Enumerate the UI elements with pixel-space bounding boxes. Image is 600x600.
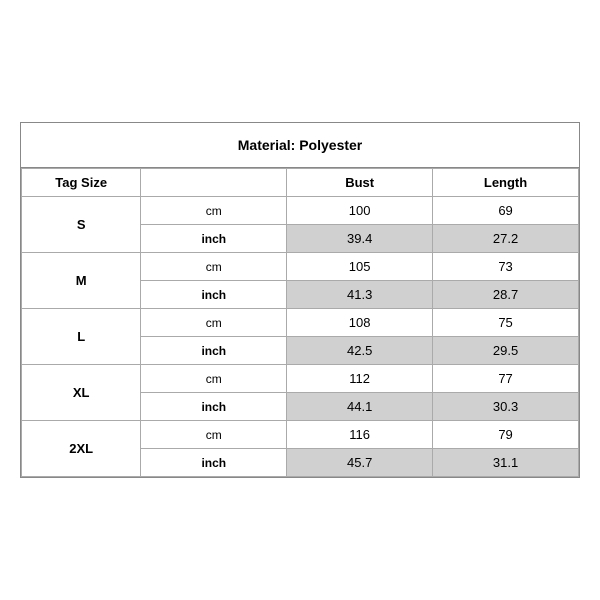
length-inch-value: 27.2 — [433, 225, 579, 253]
table-row: Mcm10573 — [22, 253, 579, 281]
bust-inch-value: 45.7 — [287, 449, 433, 477]
length-cm-value: 77 — [433, 365, 579, 393]
bust-inch-value: 39.4 — [287, 225, 433, 253]
size-cell: XL — [22, 365, 141, 421]
length-inch-value: 30.3 — [433, 393, 579, 421]
length-inch-value: 28.7 — [433, 281, 579, 309]
table-row: Lcm10875 — [22, 309, 579, 337]
header-length: Length — [433, 169, 579, 197]
length-inch-value: 29.5 — [433, 337, 579, 365]
size-cell: S — [22, 197, 141, 253]
size-cell: 2XL — [22, 421, 141, 477]
length-inch-value: 31.1 — [433, 449, 579, 477]
bust-cm-value: 112 — [287, 365, 433, 393]
length-cm-value: 73 — [433, 253, 579, 281]
chart-title: Material: Polyester — [21, 123, 579, 168]
size-cell: L — [22, 309, 141, 365]
bust-inch-value: 44.1 — [287, 393, 433, 421]
unit-inch-cell: inch — [141, 393, 287, 421]
bust-cm-value: 116 — [287, 421, 433, 449]
unit-cm-cell: cm — [141, 309, 287, 337]
unit-inch-cell: inch — [141, 449, 287, 477]
size-chart-container: Material: Polyester Tag Size Bust Length… — [20, 122, 580, 478]
unit-inch-cell: inch — [141, 337, 287, 365]
table-row: Scm10069 — [22, 197, 579, 225]
header-col2 — [141, 169, 287, 197]
length-cm-value: 79 — [433, 421, 579, 449]
bust-inch-value: 42.5 — [287, 337, 433, 365]
unit-cm-cell: cm — [141, 421, 287, 449]
unit-cm-cell: cm — [141, 253, 287, 281]
unit-cm-cell: cm — [141, 365, 287, 393]
bust-inch-value: 41.3 — [287, 281, 433, 309]
table-row: 2XLcm11679 — [22, 421, 579, 449]
bust-cm-value: 100 — [287, 197, 433, 225]
header-tag-size: Tag Size — [22, 169, 141, 197]
unit-inch-cell: inch — [141, 281, 287, 309]
size-table: Tag Size Bust Length Scm10069inch39.427.… — [21, 168, 579, 477]
size-cell: M — [22, 253, 141, 309]
bust-cm-value: 105 — [287, 253, 433, 281]
unit-cm-cell: cm — [141, 197, 287, 225]
bust-cm-value: 108 — [287, 309, 433, 337]
table-row: XLcm11277 — [22, 365, 579, 393]
header-bust: Bust — [287, 169, 433, 197]
unit-inch-cell: inch — [141, 225, 287, 253]
length-cm-value: 75 — [433, 309, 579, 337]
length-cm-value: 69 — [433, 197, 579, 225]
